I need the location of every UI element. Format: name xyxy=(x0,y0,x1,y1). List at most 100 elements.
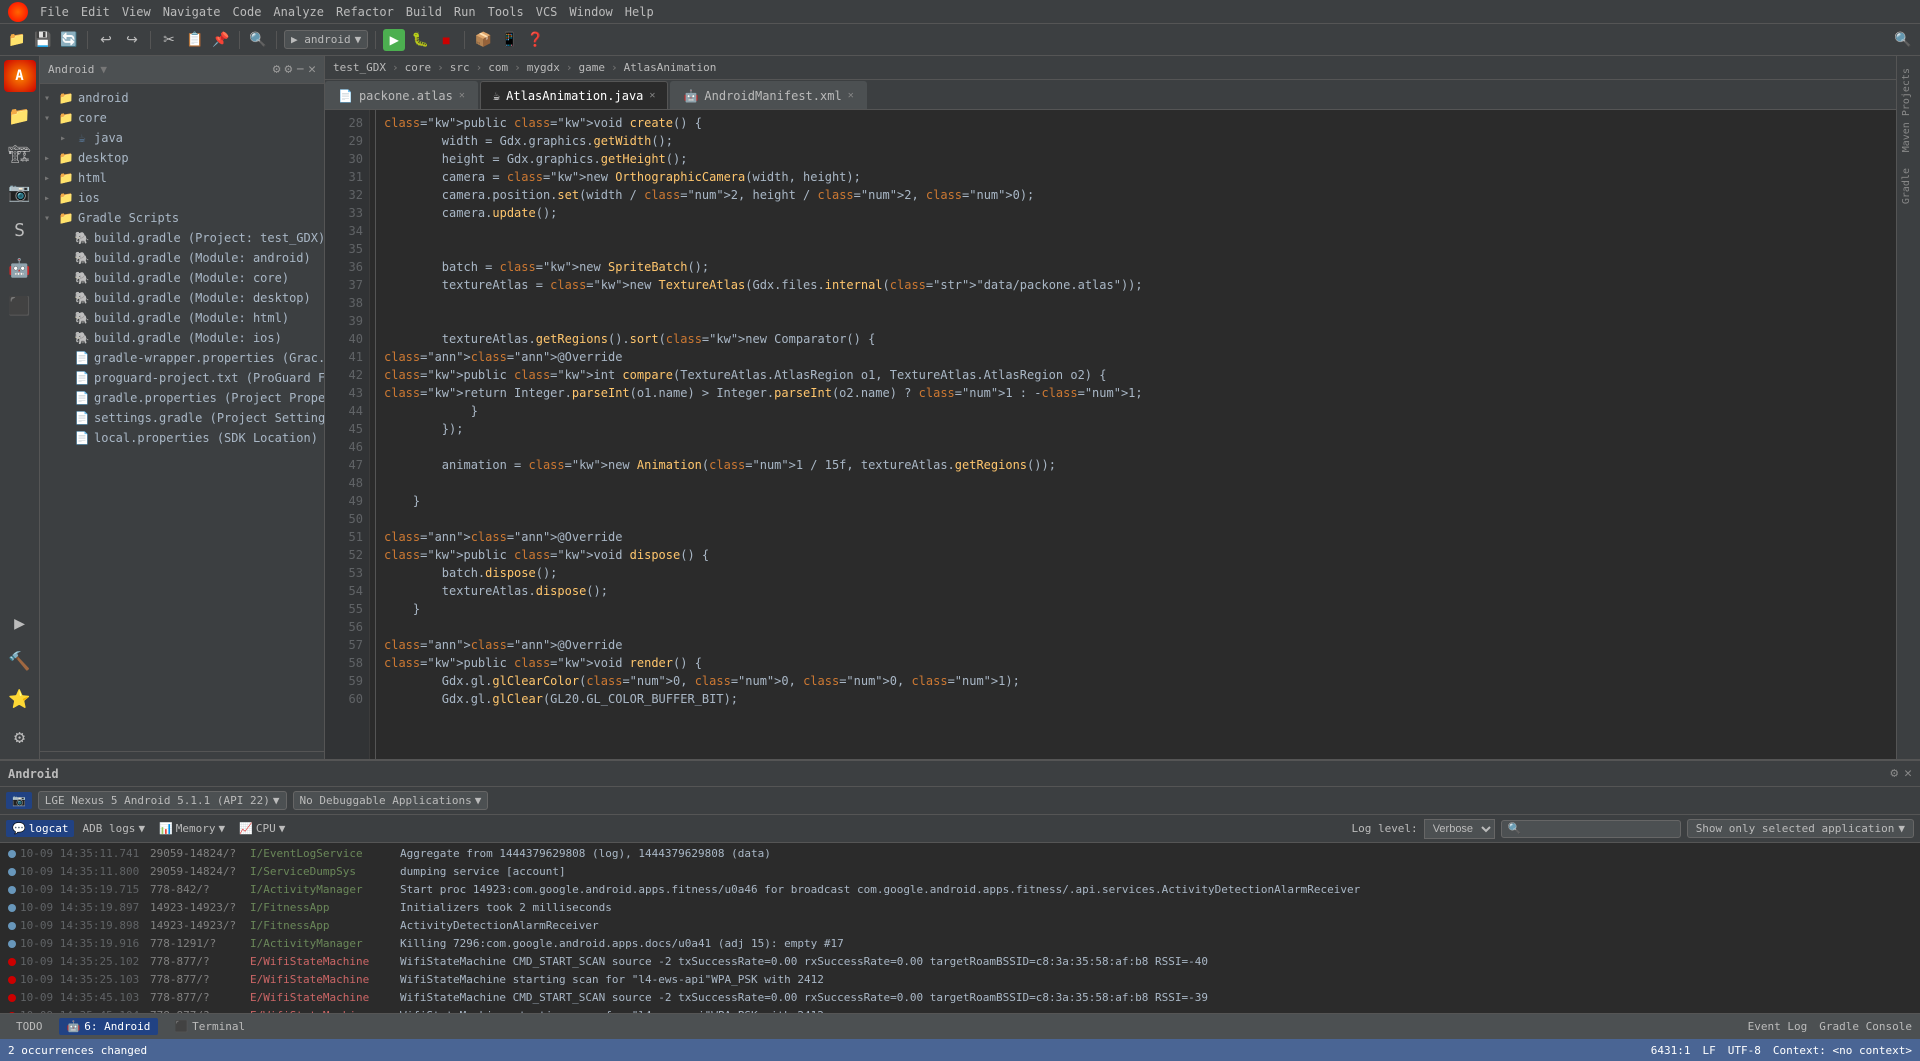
tree-item[interactable]: ▸📁ios xyxy=(40,188,324,208)
project-panel-type[interactable]: Android xyxy=(48,63,94,76)
panel-close-btn[interactable]: ✕ xyxy=(308,62,316,77)
tree-item[interactable]: 🐘build.gradle (Module: ios) xyxy=(40,328,324,348)
tree-item[interactable]: ▸☕java xyxy=(40,128,324,148)
run-button[interactable]: ▶ xyxy=(383,29,405,51)
terminal-tab[interactable]: ⬛ Terminal xyxy=(166,1018,253,1035)
tab-atlasanimation-close[interactable]: ✕ xyxy=(649,90,655,101)
avd-manager-btn[interactable]: 📱 xyxy=(498,29,520,51)
tab-manifest[interactable]: 🤖 AndroidManifest.xml ✕ xyxy=(670,81,866,109)
status-position[interactable]: 6431:1 xyxy=(1651,1044,1691,1057)
log-row[interactable]: 10-09 14:35:19.715778-842/?I/ActivityMan… xyxy=(0,881,1920,899)
toolbar-save-btn[interactable]: 💾 xyxy=(32,29,54,51)
log-level-select[interactable]: Verbose xyxy=(1424,819,1495,839)
log-row[interactable]: 10-09 14:35:11.74129059-14824/?I/EventLo… xyxy=(0,845,1920,863)
tree-item[interactable]: ▸📁desktop xyxy=(40,148,324,168)
debug-button[interactable]: 🐛 xyxy=(409,29,431,51)
project-icon-btn[interactable]: 📁 xyxy=(2,98,38,134)
tree-item[interactable]: ▸📁html xyxy=(40,168,324,188)
breadcrumb-core[interactable]: core xyxy=(405,61,432,74)
skype-icon-btn[interactable]: S xyxy=(2,212,38,248)
tree-item[interactable]: 🐘build.gradle (Module: core) xyxy=(40,268,324,288)
tab-packone[interactable]: 📄 packone.atlas ✕ xyxy=(325,81,478,109)
menu-view[interactable]: View xyxy=(122,5,151,19)
search-everywhere-btn[interactable]: 🔍 xyxy=(1892,29,1914,51)
menu-build[interactable]: Build xyxy=(406,5,442,19)
log-row[interactable]: 10-09 14:35:19.916778-1291/?I/ActivityMa… xyxy=(0,935,1920,953)
toolbar-sync-btn[interactable]: 🔄 xyxy=(58,29,80,51)
log-row[interactable]: 10-09 14:35:25.103778-877/?E/WifiStateMa… xyxy=(0,971,1920,989)
settings-icon-btn[interactable]: ⚙ xyxy=(2,719,38,755)
tree-item[interactable]: ▾📁android xyxy=(40,88,324,108)
breadcrumb-class[interactable]: AtlasAnimation xyxy=(624,61,717,74)
log-row[interactable]: 10-09 14:35:25.102778-877/?E/WifiStateMa… xyxy=(0,953,1920,971)
event-log-btn[interactable]: Event Log xyxy=(1748,1020,1808,1033)
log-row[interactable]: 10-09 14:35:19.89814923-14923/?I/Fitness… xyxy=(0,917,1920,935)
cpu-tab[interactable]: 📈 CPU ▼ xyxy=(233,820,291,837)
memory-tab[interactable]: 📊 Memory ▼ xyxy=(153,820,231,837)
help-btn[interactable]: ❓ xyxy=(524,29,546,51)
menu-file[interactable]: File xyxy=(40,5,69,19)
tree-item[interactable]: 🐘build.gradle (Module: android) xyxy=(40,248,324,268)
tree-item[interactable]: 📄gradle.properties (Project Prope... xyxy=(40,388,324,408)
favorites-icon-btn[interactable]: ⭐ xyxy=(2,681,38,717)
toolbar-open-btn[interactable]: 📁 xyxy=(6,29,28,51)
menu-tools[interactable]: Tools xyxy=(488,5,524,19)
breadcrumb-mygdx[interactable]: mygdx xyxy=(527,61,560,74)
tab-packone-close[interactable]: ✕ xyxy=(459,90,465,101)
tab-atlasanimation[interactable]: ☕ AtlasAnimation.java ✕ xyxy=(480,81,669,109)
menu-analyze[interactable]: Analyze xyxy=(273,5,324,19)
todo-tab[interactable]: TODO xyxy=(8,1018,51,1035)
tab-manifest-close[interactable]: ✕ xyxy=(848,90,854,101)
breadcrumb-game[interactable]: game xyxy=(578,61,605,74)
code-content[interactable]: class="kw">public class="kw">void create… xyxy=(376,110,1896,759)
panel-sync-btn[interactable]: ⚙ xyxy=(273,62,281,77)
adblog-tab[interactable]: ADB logs ▼ xyxy=(76,820,151,837)
show-selected-btn[interactable]: Show only selected application ▼ xyxy=(1687,819,1914,838)
logcat-tab[interactable]: 💬 logcat xyxy=(6,820,74,837)
toolbar-device[interactable]: ▶ android ▼ xyxy=(284,30,368,49)
sdk-manager-btn[interactable]: 📦 xyxy=(472,29,494,51)
tree-item[interactable]: 📄proguard-project.txt (ProGuard F... xyxy=(40,368,324,388)
menu-navigate[interactable]: Navigate xyxy=(163,5,221,19)
android-icon-btn[interactable]: 🤖 xyxy=(2,250,38,286)
vtab-gradle[interactable]: Gradle xyxy=(1897,160,1920,212)
capture-icon-btn[interactable]: 📷 xyxy=(2,174,38,210)
structure-icon-btn[interactable]: 🏗 xyxy=(2,136,38,172)
tree-item[interactable]: 📄local.properties (SDK Location) xyxy=(40,428,324,448)
breadcrumb-project[interactable]: test_GDX xyxy=(333,61,386,74)
toolbar-copy-btn[interactable]: 📋 xyxy=(184,29,206,51)
tree-item[interactable]: 🐘build.gradle (Module: html) xyxy=(40,308,324,328)
device-dropdown[interactable]: LGE Nexus 5 Android 5.1.1 (API 22) ▼ xyxy=(38,791,287,810)
tree-item[interactable]: 🐘build.gradle (Project: test_GDX) xyxy=(40,228,324,248)
log-search-input[interactable] xyxy=(1501,820,1681,838)
toolbar-redo-btn[interactable]: ↪ xyxy=(121,29,143,51)
tree-item[interactable]: ▾📁Gradle Scripts xyxy=(40,208,324,228)
app-dropdown[interactable]: No Debuggable Applications ▼ xyxy=(293,791,489,810)
terminal-icon-btn[interactable]: ⬛ xyxy=(2,288,38,324)
menu-refactor[interactable]: Refactor xyxy=(336,5,394,19)
run-icon-btn[interactable]: ▶ xyxy=(2,605,38,641)
tree-item[interactable]: 📄gradle-wrapper.properties (Grac... xyxy=(40,348,324,368)
tree-item[interactable]: 📄settings.gradle (Project Settings) xyxy=(40,408,324,428)
menu-vcs[interactable]: VCS xyxy=(536,5,558,19)
toolbar-undo-btn[interactable]: ↩ xyxy=(95,29,117,51)
menu-window[interactable]: Window xyxy=(569,5,612,19)
toolbar-find-btn[interactable]: 🔍 xyxy=(247,29,269,51)
toolbar-paste-btn[interactable]: 📌 xyxy=(210,29,232,51)
stop-button[interactable]: ■ xyxy=(435,29,457,51)
tree-item[interactable]: 🐘build.gradle (Module: desktop) xyxy=(40,288,324,308)
log-content[interactable]: 10-09 14:35:11.74129059-14824/?I/EventLo… xyxy=(0,843,1920,1013)
gradle-console-btn[interactable]: Gradle Console xyxy=(1819,1020,1912,1033)
breadcrumb-src[interactable]: src xyxy=(450,61,470,74)
breadcrumb-com[interactable]: com xyxy=(488,61,508,74)
status-linesep[interactable]: LF xyxy=(1703,1044,1716,1057)
tree-item[interactable]: ▾📁core xyxy=(40,108,324,128)
panel-collapse-btn[interactable]: − xyxy=(296,62,304,77)
build-icon-btn[interactable]: 🔨 xyxy=(2,643,38,679)
menu-help[interactable]: Help xyxy=(625,5,654,19)
h-scrollbar[interactable] xyxy=(40,751,324,759)
android-close-btn[interactable]: ✕ xyxy=(1904,766,1912,781)
logcat-icon-btn[interactable]: 📷 xyxy=(6,792,32,809)
android-tab[interactable]: 🤖 6: Android xyxy=(59,1018,159,1035)
vtab-maven-projects[interactable]: Maven Projects xyxy=(1897,60,1920,160)
